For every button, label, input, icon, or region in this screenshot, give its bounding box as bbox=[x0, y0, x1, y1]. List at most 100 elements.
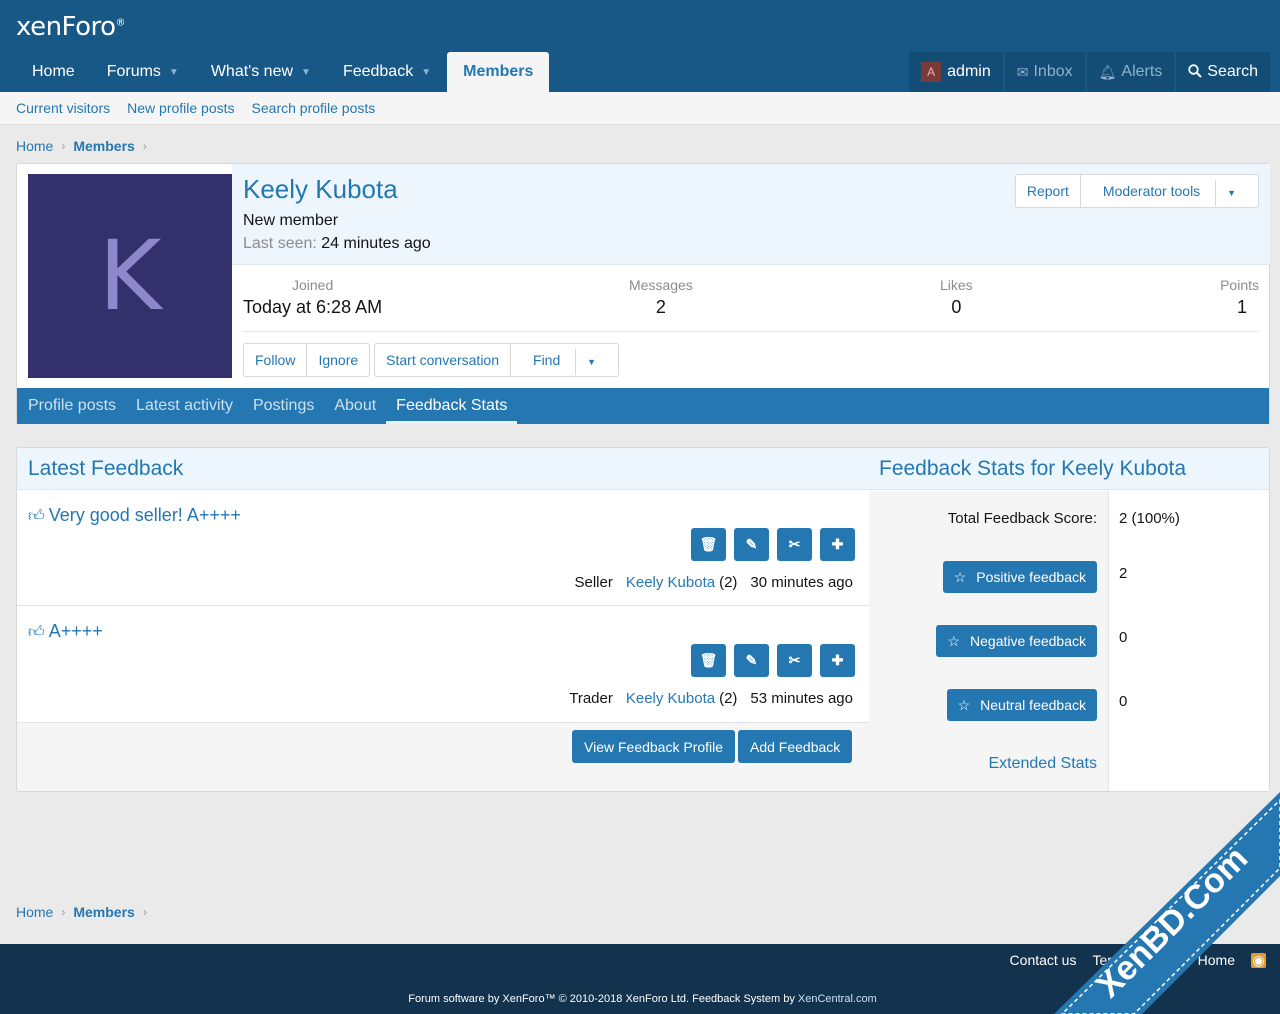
inbox-link[interactable]: ✉ Inbox bbox=[1004, 52, 1085, 92]
tab-feedback-stats[interactable]: Feedback Stats bbox=[386, 388, 518, 424]
stat-points: Points 1 bbox=[1220, 277, 1259, 317]
alerts-link[interactable]: 🔔︎ Alerts bbox=[1086, 52, 1175, 92]
nav-forums[interactable]: Forums ▼ bbox=[91, 52, 195, 92]
negative-feedback-button[interactable]: ☆ Negative feedback bbox=[936, 625, 1097, 657]
subnav-current-visitors[interactable]: Current visitors bbox=[16, 100, 110, 116]
nav-home[interactable]: Home bbox=[16, 52, 91, 92]
footer-links: Contact us Terms and p Home ◉ bbox=[994, 952, 1266, 968]
member-header-main: Keely Kubota New member Last seen: 24 mi… bbox=[232, 164, 1270, 265]
member-header: K Keely Kubota New member Last seen: 24 … bbox=[16, 163, 1270, 424]
thumbs-up-icon: 👍︎ bbox=[28, 508, 45, 525]
negative-feedback-value: 0 bbox=[1119, 629, 1128, 646]
feedback-stats-sidebar: Total Feedback Score: 2 (100%) ☆ Positive… bbox=[869, 491, 1269, 791]
account-menu[interactable]: Aadmin bbox=[909, 52, 1003, 92]
neutral-feedback-button[interactable]: ☆ Neutral feedback bbox=[946, 689, 1097, 721]
footer-contact-us[interactable]: Contact us bbox=[1010, 952, 1077, 968]
scissors-icon[interactable]: ✂ bbox=[777, 528, 812, 561]
chevron-down-icon[interactable]: ▼ bbox=[301, 67, 311, 78]
feedback-actions: 🗑︎ ✎ ✂ ✚ bbox=[683, 528, 855, 561]
extended-stats-link[interactable]: Extended Stats bbox=[988, 755, 1097, 773]
xencentral-link[interactable]: XenCentral.com bbox=[798, 993, 877, 1005]
member-name: Keely Kubota bbox=[243, 174, 398, 204]
rss-icon[interactable]: ◉ bbox=[1251, 952, 1266, 968]
trash-icon[interactable]: 🗑︎ bbox=[691, 528, 726, 561]
feedback-user-link[interactable]: Keely Kubota bbox=[626, 690, 715, 707]
breadcrumb-members[interactable]: Members bbox=[73, 904, 134, 920]
breadcrumb-home[interactable]: Home bbox=[16, 138, 53, 154]
nav-feedback[interactable]: Feedback ▼ bbox=[327, 52, 447, 92]
feedback-actions: 🗑︎ ✎ ✂ ✚ bbox=[683, 644, 855, 677]
search-icon bbox=[1188, 63, 1203, 81]
follow-button[interactable]: Follow bbox=[244, 344, 306, 376]
member-last-seen: Last seen: 24 minutes ago bbox=[243, 235, 431, 252]
stat-likes: Likes 0 bbox=[940, 277, 973, 317]
feedback-title[interactable]: 👍︎ Very good seller! A++++ bbox=[28, 505, 241, 526]
member-avatar[interactable]: K bbox=[28, 174, 232, 378]
subnav-new-profile-posts[interactable]: New profile posts bbox=[127, 100, 234, 116]
footer-terms[interactable]: Terms and bbox=[1092, 952, 1157, 968]
feedback-user-link[interactable]: Keely Kubota bbox=[626, 574, 715, 591]
feedback-item: 👍︎ A++++ 🗑︎ ✎ ✂ ✚ Trader Keely Kubota (2)… bbox=[17, 607, 869, 722]
nav-members[interactable]: Members bbox=[447, 52, 550, 92]
plus-icon[interactable]: ✚ bbox=[820, 644, 855, 677]
chevron-down-icon[interactable]: ▼ bbox=[169, 67, 179, 78]
chevron-down-icon: ▼ bbox=[1215, 180, 1247, 206]
breadcrumb-home[interactable]: Home bbox=[16, 904, 53, 920]
chevron-down-icon[interactable]: ▼ bbox=[421, 67, 431, 78]
neutral-feedback-value: 0 bbox=[1119, 693, 1128, 710]
site-header: xenForo® Home Forums ▼ What's new ▼ Feedba… bbox=[0, 0, 1280, 92]
search-link[interactable]: Search bbox=[1176, 52, 1270, 92]
member-title: New member bbox=[243, 212, 339, 229]
trash-icon[interactable]: 🗑︎ bbox=[691, 644, 726, 677]
site-logo[interactable]: xenForo® bbox=[16, 12, 126, 42]
pencil-icon[interactable]: ✎ bbox=[734, 644, 769, 677]
feedback-panel-header: Latest Feedback Feedback Stats for Keely… bbox=[17, 448, 1269, 490]
feedback-meta: Trader Keely Kubota (2) 53 minutes ago bbox=[569, 690, 853, 707]
footer-help[interactable]: p bbox=[1174, 952, 1182, 968]
plus-icon[interactable]: ✚ bbox=[820, 528, 855, 561]
feedback-item: 👍︎ Very good seller! A++++ 🗑︎ ✎ ✂ ✚ Selle… bbox=[17, 491, 869, 606]
tab-latest-activity[interactable]: Latest activity bbox=[126, 388, 243, 424]
star-icon: ☆ bbox=[957, 696, 971, 713]
stat-messages: Messages 2 bbox=[629, 277, 693, 317]
envelope-icon: ✉ bbox=[1016, 63, 1029, 80]
latest-feedback-heading: Latest Feedback bbox=[28, 457, 184, 480]
report-button[interactable]: Report bbox=[1016, 175, 1080, 207]
site-footer: Contact us Terms and p Home ◉ Forum soft… bbox=[0, 944, 1280, 1014]
subnav-search-profile-posts[interactable]: Search profile posts bbox=[252, 100, 376, 116]
breadcrumb: Home › Members › bbox=[16, 138, 155, 154]
ignore-button[interactable]: Ignore bbox=[306, 344, 369, 376]
tab-profile-posts[interactable]: Profile posts bbox=[18, 388, 126, 424]
chevron-down-icon: ▼ bbox=[575, 349, 608, 375]
total-score-value: 2 (100%) bbox=[1119, 510, 1180, 527]
breadcrumb-bottom: Home › Members › bbox=[16, 904, 155, 920]
find-button[interactable]: Find ▼ bbox=[510, 344, 618, 376]
breadcrumb-members[interactable]: Members bbox=[73, 138, 134, 154]
feedback-meta: Seller Keely Kubota (2) 30 minutes ago bbox=[574, 574, 853, 591]
start-conversation-button[interactable]: Start conversation bbox=[375, 344, 510, 376]
footer-home[interactable]: Home bbox=[1198, 952, 1235, 968]
add-feedback-button[interactable]: Add Feedback bbox=[738, 730, 853, 763]
member-actions: Follow Ignore Start conversation Find ▼ bbox=[243, 343, 623, 377]
pencil-icon[interactable]: ✎ bbox=[734, 528, 769, 561]
positive-feedback-value: 2 bbox=[1119, 565, 1128, 582]
tab-about[interactable]: About bbox=[324, 388, 386, 424]
chevron-right-icon: › bbox=[61, 139, 66, 153]
feedback-footer: View Feedback Profile Add Feedback bbox=[17, 722, 869, 791]
scissors-icon[interactable]: ✂ bbox=[777, 644, 812, 677]
star-icon: ☆ bbox=[953, 568, 967, 585]
feedback-stats-heading: Feedback Stats for Keely Kubota bbox=[879, 457, 1187, 480]
tab-postings[interactable]: Postings bbox=[243, 388, 324, 424]
positive-feedback-button[interactable]: ☆ Positive feedback bbox=[942, 561, 1097, 593]
chevron-right-icon: › bbox=[61, 905, 66, 919]
thumbs-up-icon: 👍︎ bbox=[28, 624, 45, 641]
user-nav: Aadmin ✉ Inbox 🔔︎ Alerts Search bbox=[907, 52, 1270, 92]
moderator-tools-button[interactable]: Moderator tools ▼ bbox=[1079, 175, 1258, 207]
feedback-title[interactable]: 👍︎ A++++ bbox=[28, 621, 103, 642]
profile-tabs: Profile posts Latest activity Postings A… bbox=[17, 388, 1269, 424]
bell-icon: 🔔︎ bbox=[1098, 63, 1117, 80]
member-stats: Joined Today at 6:28 AM Messages 2 Likes… bbox=[243, 277, 1259, 332]
nav-whats-new[interactable]: What's new ▼ bbox=[195, 52, 327, 92]
footer-copyright: Forum software by XenForo™ © 2010-2018 X… bbox=[408, 993, 877, 1005]
view-feedback-profile-button[interactable]: View Feedback Profile bbox=[572, 730, 736, 763]
